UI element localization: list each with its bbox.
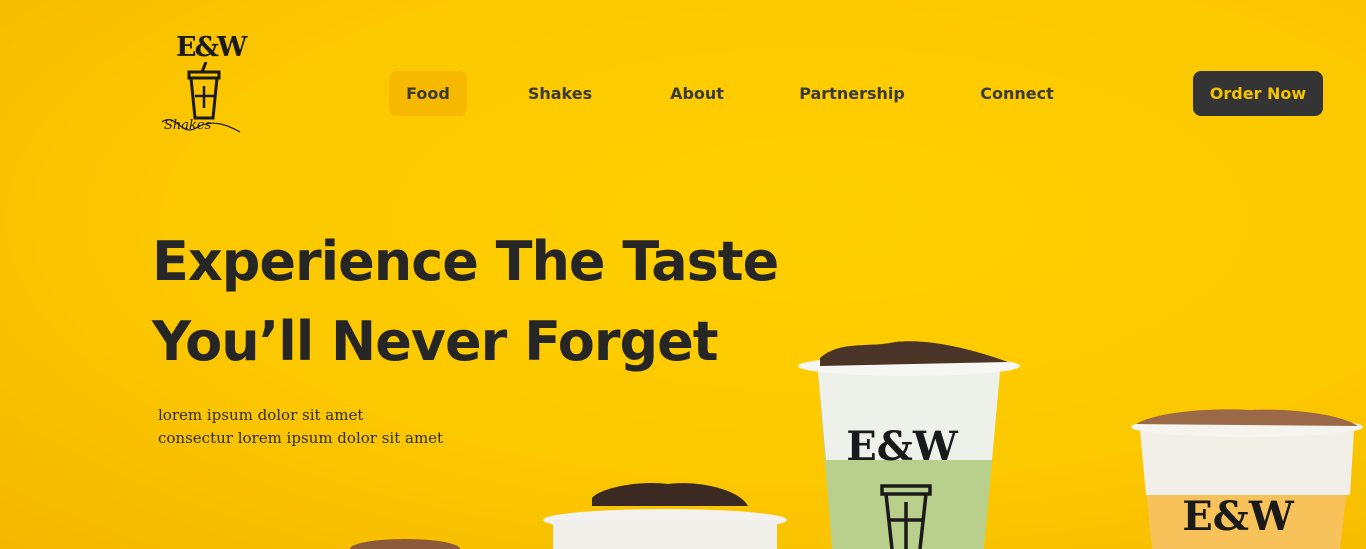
hero-subtext: lorem ipsum dolor sit amet consectur lor… <box>158 404 443 450</box>
hero-headline: Experience The Taste You’ll Never Forget <box>152 222 852 382</box>
headline-line-1: Experience The Taste <box>152 230 779 293</box>
subtext-line-1: lorem ipsum dolor sit amet <box>158 406 364 424</box>
crumb-bowl <box>543 482 787 549</box>
headline-line-2: You’ll Never Forget <box>152 310 719 373</box>
nav-about[interactable]: About <box>659 71 735 116</box>
nav-food[interactable]: Food <box>389 71 467 116</box>
nav-connect[interactable]: Connect <box>974 71 1060 116</box>
nav-shakes[interactable]: Shakes <box>519 71 601 116</box>
cup-brand-label: E&W <box>846 423 959 470</box>
subtext-line-2: consectur lorem ipsum dolor sit amet <box>158 429 444 447</box>
logo-monogram: E&W <box>176 32 247 63</box>
cocoa-pile <box>350 539 460 549</box>
cup-print-icon <box>880 484 932 549</box>
nav-partnership[interactable]: Partnership <box>794 71 910 116</box>
cup-brand-label-2: E&W <box>1182 493 1295 540</box>
order-now-button[interactable]: Order Now <box>1193 71 1323 116</box>
brand-logo[interactable]: E&W Shakes <box>156 32 247 140</box>
mango-cup: E&W <box>1131 409 1363 549</box>
logo-script: Shakes <box>164 118 212 133</box>
